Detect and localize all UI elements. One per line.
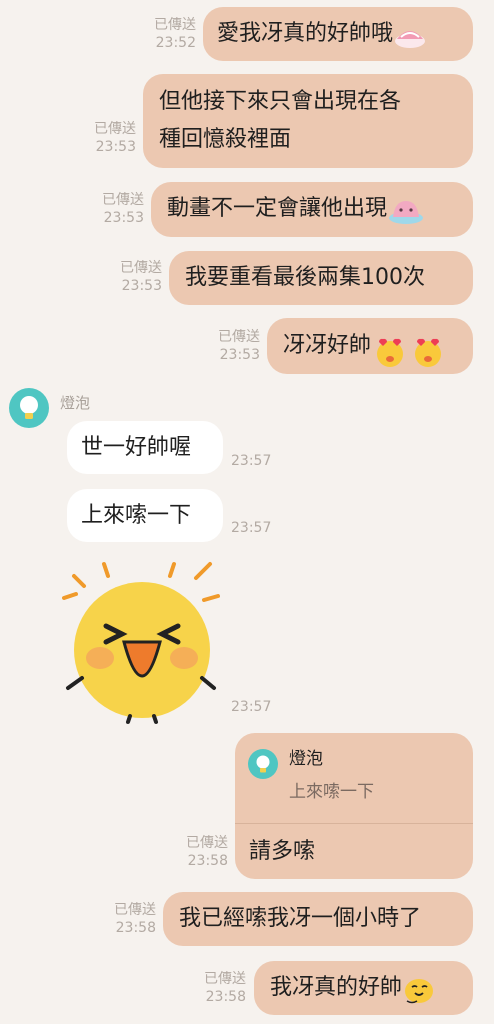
message-bubble[interactable]: 上來嗦一下 <box>67 489 223 542</box>
message-bubble[interactable]: 但他接下來只會出現在各 種回憶殺裡面 <box>143 74 473 168</box>
message-text-line: 種回憶殺裡面 <box>159 127 292 152</box>
quoted-message[interactable]: 燈泡 上來嗦一下 <box>235 733 473 823</box>
smug-chick-emoji <box>402 975 436 1005</box>
timestamp: 23:53 <box>121 278 162 294</box>
pink-slime-emoji <box>387 197 425 225</box>
status-label: 已傳送 <box>120 260 162 276</box>
message-text: 上來嗦一下 <box>81 503 192 528</box>
excited-laughing-face-sticker[interactable] <box>62 560 222 725</box>
message-meta: 已傳送 23:58 <box>114 901 156 937</box>
timestamp: 23:53 <box>103 210 144 226</box>
quoted-text: 上來嗦一下 <box>289 782 374 802</box>
status-label: 已傳送 <box>204 971 246 987</box>
status-label: 已傳送 <box>186 835 228 851</box>
message-meta: 已傳送 23:58 <box>186 834 228 870</box>
message-text: 我已經嗦我冴一個小時了 <box>179 906 422 931</box>
message-text-line: 但他接下來只會出現在各 <box>159 89 402 114</box>
timestamp: 23:53 <box>95 139 136 155</box>
quoted-sender: 燈泡 <box>289 749 323 769</box>
message-bubble[interactable]: 世一好帥喔 <box>67 421 223 474</box>
timestamp: 23:58 <box>205 989 246 1005</box>
message-bubble[interactable]: 我冴真的好帥 <box>254 961 473 1015</box>
message-text: 我冴真的好帥 <box>270 975 403 1000</box>
lightbulb-icon <box>20 396 38 419</box>
timestamp: 23:57 <box>231 453 272 469</box>
message-text: 世一好帥喔 <box>81 435 192 460</box>
status-label: 已傳送 <box>218 329 260 345</box>
lightbulb-icon <box>256 755 270 773</box>
sushi-emoji <box>393 24 427 48</box>
avatar[interactable] <box>9 388 49 428</box>
message-text: 愛我冴真的好帥哦 <box>217 21 394 46</box>
message-meta: 已傳送 23:53 <box>218 328 260 364</box>
status-label: 已傳送 <box>114 902 156 918</box>
message-bubble[interactable]: 動畫不一定會讓他出現 <box>151 182 473 237</box>
timestamp: 23:58 <box>187 853 228 869</box>
status-label: 已傳送 <box>154 17 196 33</box>
reply-bubble[interactable]: 燈泡 上來嗦一下 請多嗦 <box>235 733 473 879</box>
timestamp: 23:57 <box>231 699 272 715</box>
sender-name: 燈泡 <box>60 394 91 412</box>
timestamp: 23:57 <box>231 520 272 536</box>
message-text: 冴冴好帥 <box>283 333 372 358</box>
message-meta: 已傳送 23:53 <box>120 259 162 295</box>
quoted-avatar <box>248 749 278 779</box>
status-label: 已傳送 <box>94 121 136 137</box>
message-meta: 已傳送 23:53 <box>94 120 136 156</box>
message-text: 動畫不一定會讓他出現 <box>167 196 388 221</box>
timestamp: 23:53 <box>219 347 260 363</box>
timestamp: 23:58 <box>115 920 156 936</box>
status-label: 已傳送 <box>102 192 144 208</box>
heart-eyes-chick-emoji <box>371 332 449 368</box>
message-meta: 已傳送 23:53 <box>102 191 144 227</box>
message-bubble[interactable]: 我要重看最後兩集100次 <box>169 251 473 305</box>
message-meta: 已傳送 23:52 <box>154 16 196 52</box>
message-bubble[interactable]: 我已經嗦我冴一個小時了 <box>163 892 473 946</box>
divider <box>235 823 473 824</box>
timestamp: 23:52 <box>155 35 196 51</box>
message-bubble[interactable]: 冴冴好帥 <box>267 318 473 374</box>
message-meta: 已傳送 23:58 <box>204 970 246 1006</box>
message-text: 請多嗦 <box>249 839 316 864</box>
message-text: 我要重看最後兩集100次 <box>185 265 425 290</box>
message-bubble[interactable]: 愛我冴真的好帥哦 <box>203 7 473 61</box>
